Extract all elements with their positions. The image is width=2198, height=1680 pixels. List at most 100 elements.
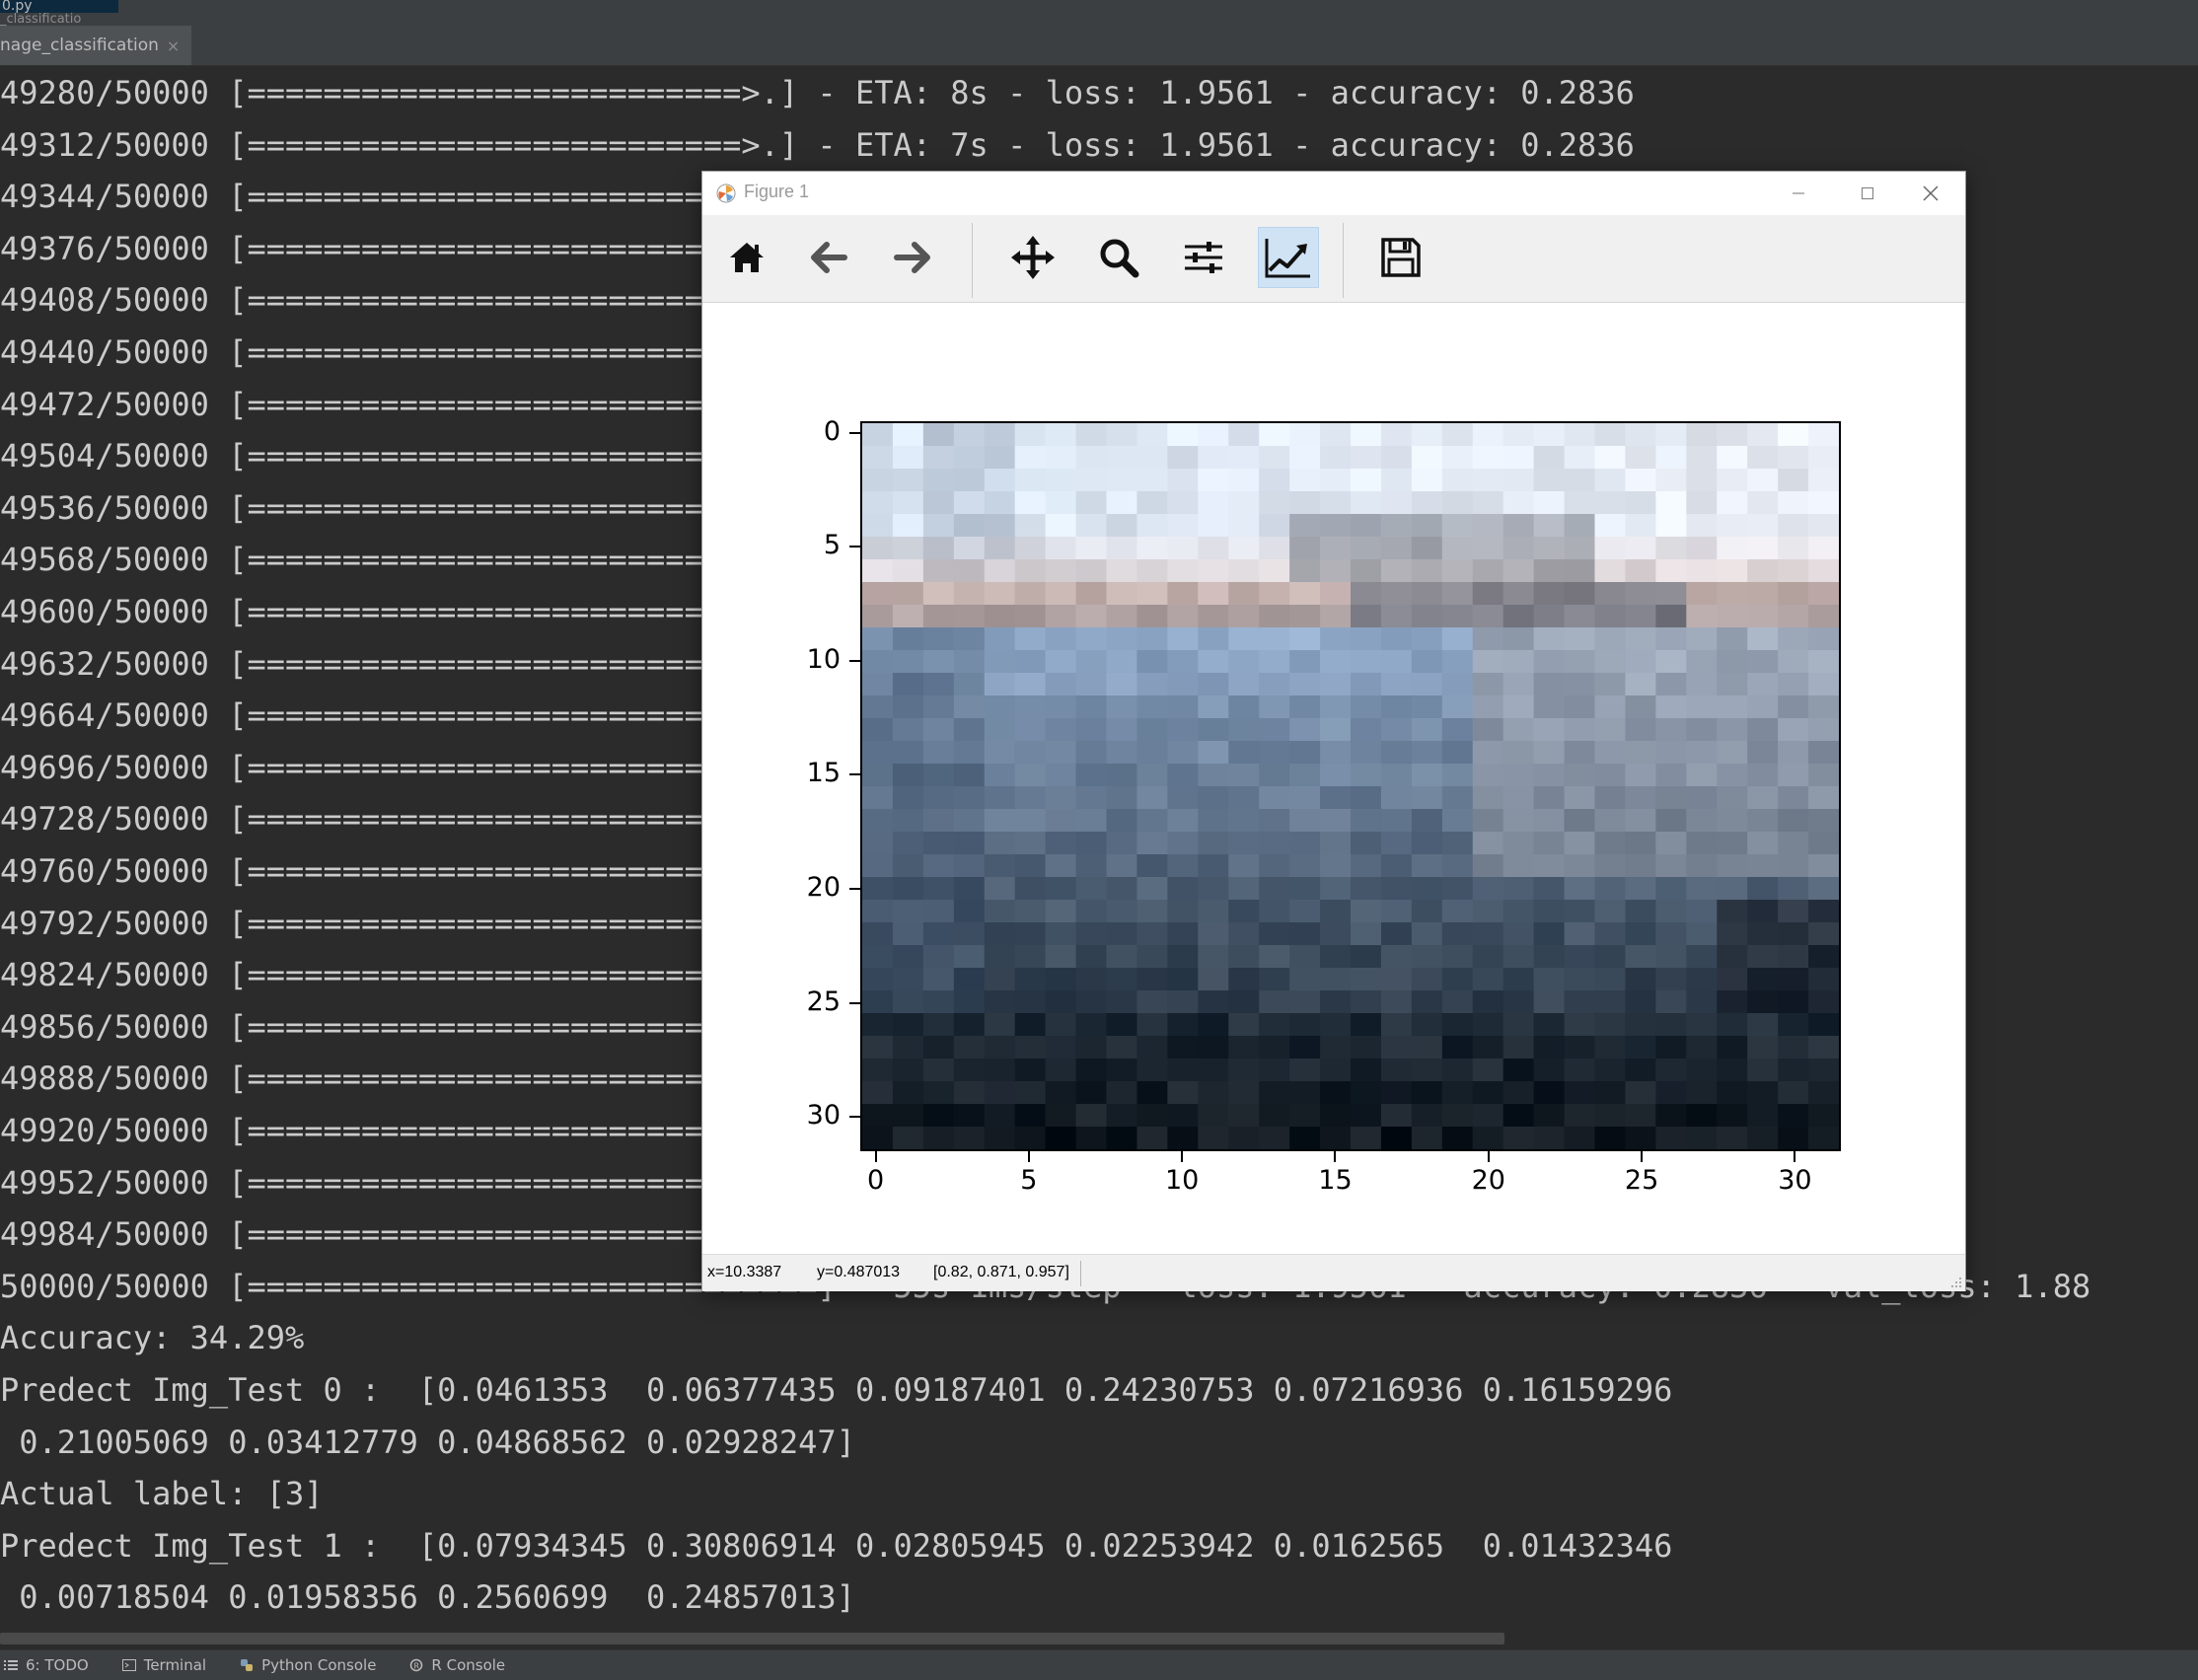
image-pixel — [1411, 1036, 1443, 1059]
image-pixel — [892, 673, 924, 696]
image-pixel — [1228, 832, 1260, 855]
image-pixel — [1198, 605, 1229, 628]
image-pixel — [1136, 491, 1168, 515]
image-pixel — [1808, 922, 1839, 946]
image-pixel — [1259, 945, 1290, 969]
image-pixel — [1014, 627, 1047, 651]
home-button[interactable] — [716, 227, 777, 288]
image-pixel — [1075, 695, 1108, 719]
edit-axes-button[interactable] — [1258, 227, 1319, 288]
image-pixel — [1045, 423, 1077, 447]
image-pixel — [1106, 559, 1138, 583]
console-line: 0.00718504 0.01958356 0.2560699 0.248570… — [0, 1578, 855, 1617]
image-pixel — [1533, 718, 1566, 742]
image-pixel — [862, 1013, 894, 1037]
python-console-tool-button[interactable]: Python Console — [240, 1656, 376, 1674]
image-pixel — [1289, 423, 1321, 447]
image-pixel — [1351, 1081, 1382, 1105]
editor-sub-tab[interactable]: _classificatio — [0, 13, 116, 26]
image-pixel — [1717, 854, 1748, 878]
image-pixel — [1289, 582, 1321, 606]
image-pixel — [1808, 491, 1839, 515]
image-pixel — [1533, 1104, 1566, 1128]
image-pixel — [1351, 809, 1382, 833]
image-pixel — [1351, 718, 1382, 742]
image-pixel — [1625, 469, 1656, 492]
image-pixel — [1045, 900, 1077, 923]
image-pixel — [1289, 945, 1321, 969]
image-pixel — [862, 1059, 894, 1082]
image-pixel — [1320, 627, 1352, 651]
image-pixel — [1259, 764, 1290, 787]
run-tab[interactable]: nage_classification × — [0, 26, 192, 65]
image-pixel — [1351, 990, 1382, 1014]
resize-grip-icon[interactable] — [1950, 1277, 1962, 1288]
image-pixel — [1380, 1013, 1413, 1037]
image-pixel — [862, 786, 894, 810]
image-pixel — [1717, 1036, 1748, 1059]
image-pixel — [1625, 968, 1656, 991]
window-title-bar[interactable]: Figure 1 — [702, 172, 1965, 215]
image-pixel — [862, 582, 894, 606]
image-pixel — [1533, 741, 1566, 765]
image-pixel — [1075, 968, 1108, 991]
run-tab-bar: nage_classification × — [0, 26, 2198, 66]
image-pixel — [1045, 582, 1077, 606]
cursor-x-readout: x=10.3387 — [707, 1264, 782, 1280]
image-pixel — [922, 1104, 955, 1128]
close-icon[interactable]: × — [167, 37, 180, 55]
image-pixel — [1594, 1104, 1627, 1128]
todo-tool-button[interactable]: 6: TODO — [4, 1656, 89, 1674]
image-pixel — [1289, 695, 1321, 719]
image-pixel — [1717, 605, 1748, 628]
image-pixel — [1228, 877, 1260, 901]
image-pixel — [1198, 1104, 1229, 1128]
zoom-button[interactable] — [1088, 227, 1149, 288]
image-pixel — [1106, 423, 1138, 447]
image-pixel — [1472, 990, 1504, 1014]
image-pixel — [862, 832, 894, 855]
forward-button[interactable] — [882, 227, 943, 288]
plot-canvas[interactable]: 0 5 10 15 20 25 30 0 5 10 15 20 25 30 — [702, 303, 1965, 1254]
pan-button[interactable] — [1002, 227, 1063, 288]
image-pixel — [1441, 673, 1474, 696]
x-tick-label: 25 — [1624, 1165, 1659, 1196]
image-pixel — [1320, 514, 1352, 538]
minimize-button[interactable] — [1764, 172, 1833, 215]
image-pixel — [1198, 627, 1229, 651]
image-pixel — [1655, 559, 1687, 583]
save-button[interactable] — [1370, 227, 1431, 288]
image-pixel — [1167, 945, 1199, 969]
r-console-tool-button[interactable]: R R Console — [409, 1656, 505, 1674]
image-pixel — [1594, 1036, 1627, 1059]
image-pixel — [1380, 673, 1413, 696]
image-pixel — [1564, 945, 1596, 969]
maximize-button[interactable] — [1833, 172, 1902, 215]
image-axes[interactable] — [860, 421, 1841, 1151]
image-pixel — [1411, 514, 1443, 538]
image-pixel — [1411, 968, 1443, 991]
image-pixel — [1655, 423, 1687, 447]
image-pixel — [1655, 650, 1687, 674]
horizontal-scrollbar[interactable] — [0, 1633, 1504, 1644]
image-pixel — [1533, 922, 1566, 946]
image-pixel — [1228, 582, 1260, 606]
image-pixel — [1778, 491, 1809, 515]
editor-file-tab[interactable]: 0.py — [0, 0, 118, 13]
terminal-tool-button[interactable]: Terminal — [121, 1656, 206, 1674]
image-pixel — [1136, 582, 1168, 606]
image-pixel — [1686, 627, 1718, 651]
image-pixel — [1198, 446, 1229, 470]
image-pixel — [1747, 922, 1779, 946]
subplots-button[interactable] — [1173, 227, 1234, 288]
back-button[interactable] — [798, 227, 859, 288]
image-pixel — [1778, 627, 1809, 651]
image-pixel — [1778, 786, 1809, 810]
image-pixel — [1259, 1127, 1290, 1149]
image-pixel — [1502, 491, 1535, 515]
image-pixel — [1747, 877, 1779, 901]
image-pixel — [1380, 605, 1413, 628]
image-pixel — [1289, 786, 1321, 810]
close-window-button[interactable] — [1896, 172, 1965, 215]
image-pixel — [892, 832, 924, 855]
